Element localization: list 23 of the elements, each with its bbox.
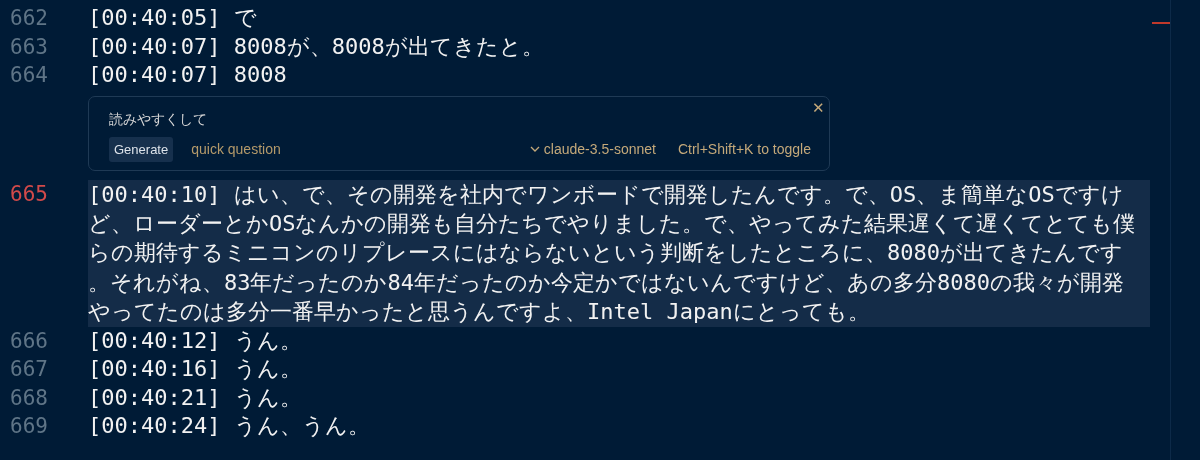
- line-number: 667: [9, 356, 49, 384]
- transcript-line: [00:40:07] 8008が、8008が出てきたと。: [88, 32, 545, 61]
- transcript-line: [00:40:12] うん。: [88, 326, 303, 355]
- transcript-line: [00:40:05] で: [88, 4, 258, 32]
- generate-button[interactable]: Generate: [109, 136, 174, 162]
- transcript-line: [00:40:16] うん。: [88, 355, 303, 384]
- transcript-line: [00:40:07] 8008: [88, 61, 288, 89]
- prompt-input[interactable]: 読みやすくして: [109, 108, 811, 129]
- follow-up-field[interactable]: quick question: [191, 141, 530, 157]
- chevron-down-icon: [529, 146, 540, 152]
- transcript-line: [00:40:24] うん、うん。: [88, 412, 371, 441]
- shortcut-hint: Ctrl+Shift+K to toggle: [677, 141, 811, 157]
- line-number: 665: [9, 180, 49, 208]
- model-dropdown[interactable]: claude-3.5-sonnet: [529, 141, 656, 157]
- line-number: 669: [9, 413, 49, 441]
- transcript-line: [00:40:21] うん。: [88, 383, 303, 412]
- error-marker: [1152, 22, 1170, 24]
- line-number: 664: [9, 62, 49, 89]
- line-number: 666: [9, 327, 49, 355]
- close-button[interactable]: ✕: [812, 98, 825, 117]
- line-number: 662: [9, 5, 49, 32]
- line-number: 668: [9, 384, 49, 412]
- line-number: 663: [9, 33, 49, 61]
